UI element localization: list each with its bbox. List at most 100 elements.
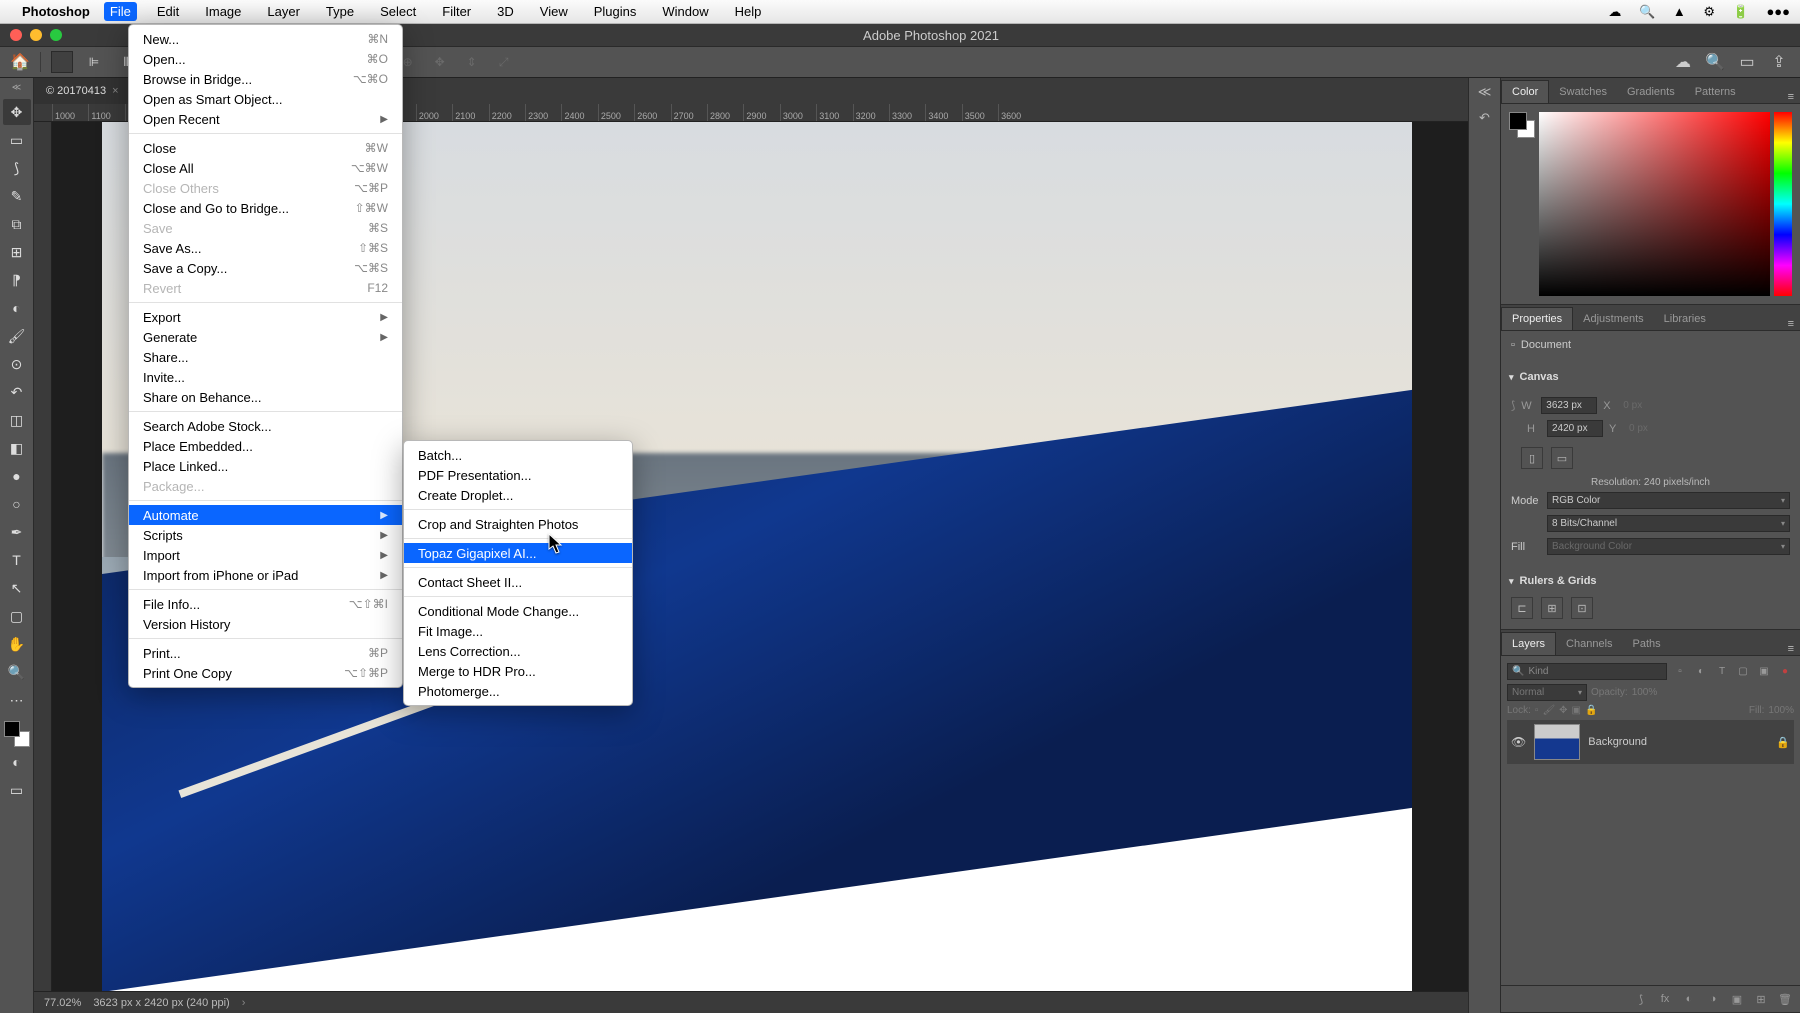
menubar-item-plugins[interactable]: Plugins xyxy=(588,2,643,21)
menu-item-batch-[interactable]: Batch... xyxy=(404,445,632,465)
filter-pixel-icon[interactable]: ▫ xyxy=(1671,662,1689,680)
screen-mode-icon[interactable]: ▭ xyxy=(3,777,31,803)
search-icon[interactable]: 🔍 xyxy=(1704,51,1726,73)
saturation-value-picker[interactable] xyxy=(1539,112,1770,296)
tab-properties[interactable]: Properties xyxy=(1501,307,1573,330)
menu-item-print-[interactable]: Print...⌘P xyxy=(129,643,402,663)
height-field[interactable]: 2420 px xyxy=(1547,420,1603,437)
menu-item-share-[interactable]: Share... xyxy=(129,347,402,367)
menu-item-share-on-behance-[interactable]: Share on Behance... xyxy=(129,387,402,407)
menubar-item-view[interactable]: View xyxy=(534,2,574,21)
tab-patterns[interactable]: Patterns xyxy=(1685,81,1746,103)
layer-mask-icon[interactable]: ◐ xyxy=(1680,990,1698,1008)
maximize-window-button[interactable] xyxy=(50,29,62,41)
tab-swatches[interactable]: Swatches xyxy=(1549,81,1617,103)
grid-icon[interactable]: ⊞ xyxy=(1541,597,1563,619)
tool-preset-picker[interactable] xyxy=(51,51,73,73)
menu-item-import[interactable]: Import▶ xyxy=(129,545,402,565)
menu-item-lens-correction-[interactable]: Lens Correction... xyxy=(404,641,632,661)
spotlight-icon[interactable]: 🔍 xyxy=(1639,4,1655,19)
close-window-button[interactable] xyxy=(10,29,22,41)
lock-position-icon[interactable]: ✥ xyxy=(1559,705,1567,716)
history-brush-tool-icon[interactable]: ↶ xyxy=(3,379,31,405)
color-panel-swatches[interactable] xyxy=(1509,112,1535,138)
collapse-panel-icon[interactable]: ≪ xyxy=(12,82,21,93)
color-swatches[interactable] xyxy=(4,721,30,747)
quick-mask-icon[interactable]: ◐ xyxy=(3,749,31,775)
workspace-icon[interactable]: ▭ xyxy=(1736,51,1758,73)
quick-select-tool-icon[interactable]: ✎ xyxy=(3,183,31,209)
menu-item-crop-and-straighten-photos[interactable]: Crop and Straighten Photos xyxy=(404,514,632,534)
layer-filter-dropdown[interactable]: 🔍Kind xyxy=(1507,663,1667,680)
delete-layer-icon[interactable]: 🗑 xyxy=(1776,990,1794,1008)
close-tab-icon[interactable]: × xyxy=(112,85,118,97)
layer-style-icon[interactable]: fx xyxy=(1656,990,1674,1008)
menubar-item-edit[interactable]: Edit xyxy=(151,2,185,21)
lasso-tool-icon[interactable]: ⟆ xyxy=(3,155,31,181)
lock-artboard-icon[interactable]: ▣ xyxy=(1572,705,1581,716)
menu-item-scripts[interactable]: Scripts▶ xyxy=(129,525,402,545)
gradient-tool-icon[interactable]: ◧ xyxy=(3,435,31,461)
menu-item-generate[interactable]: Generate▶ xyxy=(129,327,402,347)
3d-pan-icon[interactable]: ✥ xyxy=(429,52,451,72)
cloud-icon[interactable]: ☁ xyxy=(1608,4,1621,19)
fill-dropdown[interactable]: Background Color▾ xyxy=(1547,538,1790,555)
menu-item-close-and-go-to-bridge-[interactable]: Close and Go to Bridge...⇧⌘W xyxy=(129,198,402,218)
menubar-item-filter[interactable]: Filter xyxy=(436,2,477,21)
menu-item-save-a-copy-[interactable]: Save a Copy...⌥⌘S xyxy=(129,258,402,278)
app-name[interactable]: Photoshop xyxy=(22,4,90,19)
menu-item-export[interactable]: Export▶ xyxy=(129,307,402,327)
menu-item-browse-in-bridge-[interactable]: Browse in Bridge...⌥⌘O xyxy=(129,69,402,89)
menubar-item-layer[interactable]: Layer xyxy=(261,2,306,21)
frame-tool-icon[interactable]: ⊞ xyxy=(3,239,31,265)
lock-pixels-icon[interactable]: 🖌 xyxy=(1542,705,1555,716)
menu-item-contact-sheet-ii-[interactable]: Contact Sheet II... xyxy=(404,572,632,592)
zoom-tool-icon[interactable]: 🔍 xyxy=(3,659,31,685)
link-layers-icon[interactable]: ⟆ xyxy=(1632,990,1650,1008)
layer-name[interactable]: Background xyxy=(1588,736,1647,748)
collapse-arrow-icon[interactable]: ≪ xyxy=(1478,84,1492,100)
menu-item-print-one-copy[interactable]: Print One Copy⌥⇧⌘P xyxy=(129,663,402,683)
rulers-grids-section-header[interactable]: ▾Rulers & Grids xyxy=(1501,569,1800,593)
lock-transparency-icon[interactable]: ▫ xyxy=(1535,705,1539,716)
home-icon[interactable]: 🏠 xyxy=(10,52,30,72)
filter-type-icon[interactable]: T xyxy=(1713,662,1731,680)
menu-item-merge-to-hdr-pro-[interactable]: Merge to HDR Pro... xyxy=(404,661,632,681)
menu-item-close[interactable]: Close⌘W xyxy=(129,138,402,158)
wifi-icon[interactable]: ▲ xyxy=(1673,4,1686,19)
menu-item-version-history[interactable]: Version History xyxy=(129,614,402,634)
battery-icon[interactable]: 🔋 xyxy=(1733,4,1749,19)
link-dimensions-icon[interactable]: ⟆ xyxy=(1511,399,1515,412)
menubar-item-3d[interactable]: 3D xyxy=(491,2,520,21)
share-icon[interactable]: ⇪ xyxy=(1768,51,1790,73)
menu-item-fit-image-[interactable]: Fit Image... xyxy=(404,621,632,641)
hue-slider[interactable] xyxy=(1774,112,1792,296)
align-left-icon[interactable]: ⊫ xyxy=(83,52,105,72)
menubar-item-select[interactable]: Select xyxy=(374,2,422,21)
eyedropper-tool-icon[interactable]: ⁋ xyxy=(3,267,31,293)
marquee-tool-icon[interactable]: ▭ xyxy=(3,127,31,153)
new-layer-icon[interactable]: ⊞ xyxy=(1752,990,1770,1008)
visibility-icon[interactable]: 👁 xyxy=(1511,735,1526,749)
pen-tool-icon[interactable]: ✒ xyxy=(3,519,31,545)
clock-icon[interactable]: ●●● xyxy=(1766,4,1790,19)
menu-item-conditional-mode-change-[interactable]: Conditional Mode Change... xyxy=(404,601,632,621)
filter-shape-icon[interactable]: ▢ xyxy=(1734,662,1752,680)
orientation-portrait-icon[interactable]: ▯ xyxy=(1521,447,1543,469)
type-tool-icon[interactable]: T xyxy=(3,547,31,573)
menu-item-close-all[interactable]: Close All⌥⌘W xyxy=(129,158,402,178)
move-tool-icon[interactable]: ✥ xyxy=(3,99,31,125)
menu-item-search-adobe-stock-[interactable]: Search Adobe Stock... xyxy=(129,416,402,436)
width-field[interactable]: 3623 px xyxy=(1541,397,1597,414)
menu-item-save-as-[interactable]: Save As...⇧⌘S xyxy=(129,238,402,258)
filter-toggle-icon[interactable]: ● xyxy=(1776,662,1794,680)
brush-tool-icon[interactable]: 🖌 xyxy=(3,323,31,349)
menubar-item-image[interactable]: Image xyxy=(199,2,247,21)
history-panel-icon[interactable]: ↶ xyxy=(1479,110,1490,126)
tab-color[interactable]: Color xyxy=(1501,80,1549,103)
menu-item-new-[interactable]: New...⌘N xyxy=(129,29,402,49)
fill-field[interactable]: 100% xyxy=(1768,705,1794,716)
bit-depth-dropdown[interactable]: 8 Bits/Channel▾ xyxy=(1547,515,1790,532)
zoom-level[interactable]: 77.02% xyxy=(44,997,81,1009)
layer-item[interactable]: 👁 Background 🔒 xyxy=(1507,720,1794,764)
